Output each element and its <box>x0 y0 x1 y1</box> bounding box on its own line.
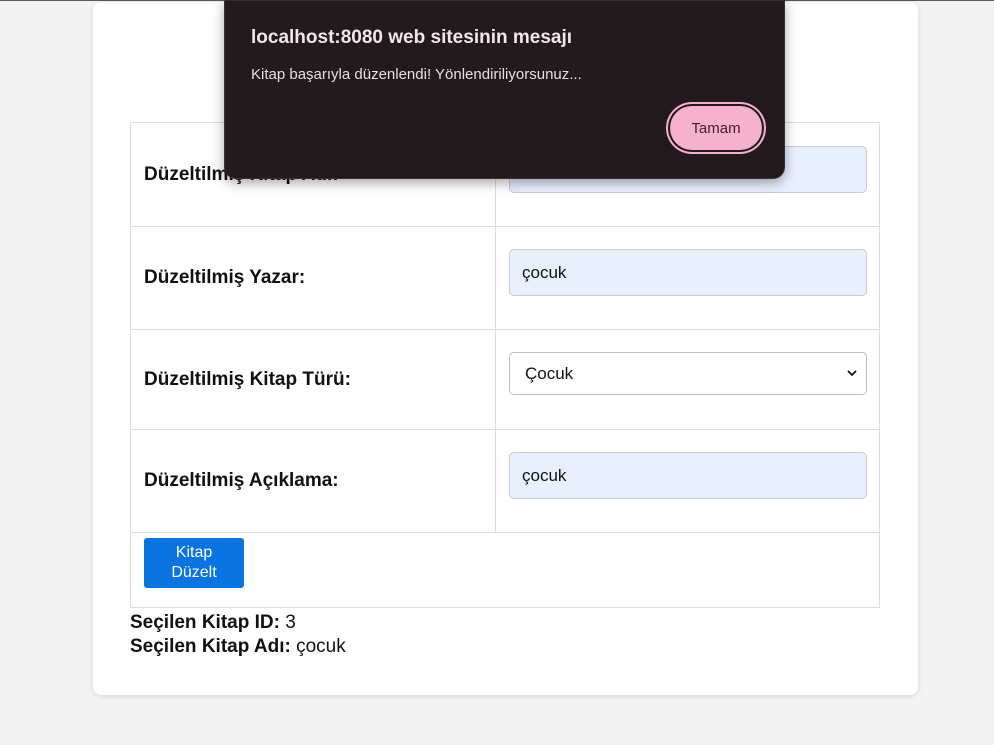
edit-book-button-label-line1: Kitap <box>175 544 213 561</box>
selected-book-name-label: Seçilen Kitap Adı: <box>130 636 291 657</box>
alert-ok-button[interactable]: Tamam <box>670 106 762 150</box>
author-label: Düzeltilmiş Yazar: <box>130 226 496 330</box>
selected-book-id: Seçilen Kitap ID: 3 <box>130 612 296 634</box>
selected-book-id-label: Seçilen Kitap ID: <box>130 612 280 633</box>
form-row-genre: Düzeltilmiş Kitap Türü: Çocuk <box>130 329 880 430</box>
form-row-submit: Kitap Düzelt <box>130 532 880 608</box>
alert-dialog-title: localhost:8080 web sitesinin mesajı <box>251 27 573 48</box>
selected-book-id-value: 3 <box>285 612 296 633</box>
description-input[interactable] <box>509 452 867 499</box>
form-row-description: Düzeltilmiş Açıklama: <box>130 429 880 533</box>
alert-dialog-message: Kitap başarıyla düzenlendi! Yönlendirili… <box>251 66 582 83</box>
edit-book-button[interactable]: Kitap Düzelt <box>144 538 244 588</box>
chevron-down-icon <box>847 369 857 376</box>
form-row-author: Düzeltilmiş Yazar: <box>130 226 880 330</box>
selected-book-name-value: çocuk <box>296 636 346 657</box>
alert-dialog: localhost:8080 web sitesinin mesajı Kita… <box>224 0 785 179</box>
selected-book-name: Seçilen Kitap Adı: çocuk <box>130 636 346 658</box>
description-label: Düzeltilmiş Açıklama: <box>130 429 496 533</box>
genre-select[interactable]: Çocuk <box>509 351 867 395</box>
genre-label: Düzeltilmiş Kitap Türü: <box>130 329 496 430</box>
genre-selected-value: Çocuk <box>525 363 574 383</box>
author-input[interactable] <box>509 249 867 296</box>
edit-book-button-label-line2: Düzelt <box>171 564 217 581</box>
edit-book-form: Düzeltilmiş Kitap Adı: Düzeltilmiş Yazar… <box>130 122 880 608</box>
